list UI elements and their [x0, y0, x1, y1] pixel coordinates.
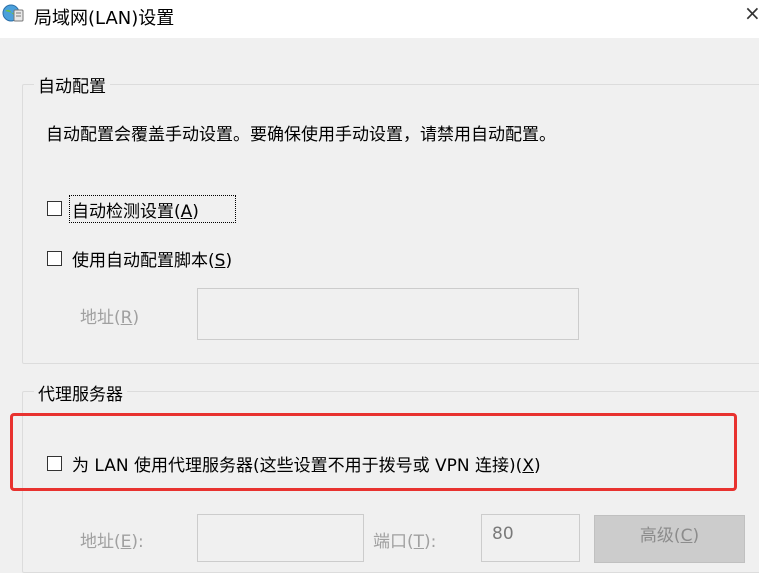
auto-config-address-input[interactable] — [197, 288, 579, 340]
auto-config-description: 自动配置会覆盖手动设置。要确保使用手动设置，请禁用自动配置。 — [46, 125, 556, 145]
use-proxy-label[interactable]: 为 LAN 使用代理服务器(这些设置不用于拨号或 VPN 连接)(X) — [72, 451, 541, 476]
proxy-port-label: 端口(T): — [373, 532, 437, 552]
window-title: 局域网(LAN)设置 — [34, 8, 175, 29]
auto-config-legend: 自动配置 — [34, 72, 110, 97]
auto-config-address-label: 地址(R) — [80, 308, 140, 328]
proxy-address-input[interactable] — [197, 514, 364, 562]
auto-detect-checkbox[interactable] — [47, 201, 62, 216]
proxy-address-label: 地址(E): — [80, 532, 144, 552]
proxy-server-legend: 代理服务器 — [34, 380, 127, 405]
auto-detect-label[interactable]: 自动检测设置(A) — [72, 197, 199, 222]
use-proxy-checkbox[interactable] — [47, 456, 62, 471]
auto-config-script-checkbox[interactable] — [47, 251, 62, 266]
advanced-button[interactable]: 高级(C) — [594, 515, 745, 563]
proxy-port-input[interactable]: 80 — [481, 514, 580, 562]
auto-config-script-label[interactable]: 使用自动配置脚本(S) — [72, 246, 232, 271]
network-globe-icon — [2, 4, 24, 22]
title-bar: 局域网(LAN)设置 × — [0, 0, 759, 38]
close-icon[interactable]: × — [744, 0, 759, 30]
